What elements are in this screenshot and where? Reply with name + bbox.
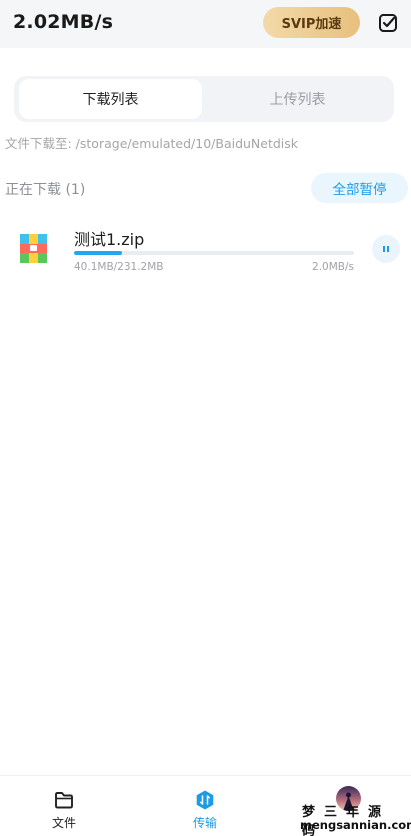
folder-icon <box>55 792 73 809</box>
nav-files-label: 文件 <box>51 816 76 830</box>
transfer-icon <box>196 790 214 810</box>
pause-icon <box>383 246 389 252</box>
nav-files[interactable]: 文件 <box>24 776 104 836</box>
zip-archive-icon <box>20 234 47 263</box>
svip-boost-button[interactable]: SVIP加速 <box>263 7 360 38</box>
download-rate: 2.0MB/s <box>312 261 354 273</box>
nav-transfer[interactable]: 传输 <box>165 776 245 836</box>
section-title-downloading: 正在下载 (1) <box>5 182 86 198</box>
top-bar: 2.02MB/s SVIP加速 <box>0 0 411 48</box>
pause-all-button[interactable]: 全部暂停 <box>311 173 408 203</box>
multi-select-icon[interactable] <box>377 12 399 34</box>
file-size-progress: 40.1MB/231.2MB <box>74 261 164 273</box>
download-speed: 2.02MB/s <box>13 11 114 33</box>
pause-button[interactable] <box>372 235 400 263</box>
download-path: 文件下载至: /storage/emulated/10/BaiduNetdisk <box>5 136 299 151</box>
progress-bar <box>74 251 354 255</box>
tab-download-list[interactable]: 下载列表 <box>19 79 202 119</box>
transfer-tabs: 下载列表 上传列表 <box>14 76 394 122</box>
file-name: 测试1.zip <box>74 230 145 249</box>
nav-transfer-label: 传输 <box>192 816 217 830</box>
watermark-en: mengsannian.com <box>300 818 411 832</box>
tab-upload-list[interactable]: 上传列表 <box>206 79 389 119</box>
content-area <box>0 48 411 775</box>
progress-fill <box>74 251 123 255</box>
